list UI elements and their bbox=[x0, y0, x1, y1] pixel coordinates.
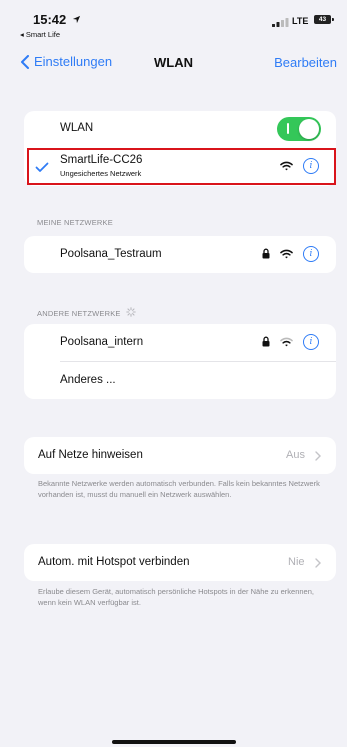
toggle-on-mark bbox=[287, 123, 289, 134]
other-network-row[interactable]: Anderes ... bbox=[24, 362, 336, 399]
hotspot-value: Nie bbox=[288, 556, 305, 568]
loading-spinner-icon bbox=[126, 307, 136, 317]
lock-icon bbox=[262, 248, 270, 259]
other-networks-header: ANDERE NETZWERKE bbox=[37, 307, 136, 318]
ask-to-join-footer: Bekannte Netzwerke werden automatisch ve… bbox=[38, 479, 320, 499]
location-arrow-icon bbox=[72, 15, 80, 24]
info-icon[interactable]: i bbox=[303, 246, 319, 262]
network-name: Poolsana_Testraum bbox=[60, 248, 162, 260]
ask-to-join-row[interactable]: Auf Netze hinweisen Aus bbox=[24, 437, 336, 474]
wlan-label: WLAN bbox=[60, 122, 94, 134]
status-time-text: 15:42 bbox=[33, 12, 67, 27]
network-name: Poolsana_intern bbox=[60, 336, 144, 348]
wifi-icon bbox=[280, 249, 293, 259]
battery-level: 43 bbox=[318, 16, 327, 23]
hotspot-row[interactable]: Autom. mit Hotspot verbinden Nie bbox=[24, 544, 336, 581]
lock-icon bbox=[262, 336, 270, 347]
home-indicator[interactable] bbox=[112, 740, 236, 744]
my-networks-group: Poolsana_Testraum i bbox=[24, 236, 336, 273]
back-to-app-link[interactable]: ◂ Smart Life bbox=[20, 30, 60, 39]
info-icon[interactable]: i bbox=[303, 334, 319, 350]
my-networks-header: MEINE NETZWERKE bbox=[37, 218, 113, 227]
ask-to-join-label: Auf Netze hinweisen bbox=[38, 449, 143, 461]
hotspot-label: Autom. mit Hotspot verbinden bbox=[38, 556, 190, 568]
network-row[interactable]: Poolsana_intern i bbox=[24, 324, 336, 361]
wlan-toggle[interactable] bbox=[277, 117, 321, 141]
other-networks-header-text: ANDERE NETZWERKE bbox=[37, 309, 121, 318]
network-row[interactable]: Poolsana_Testraum i bbox=[24, 236, 336, 273]
status-bar: 15:42 ◂ Smart Life LTE 43 bbox=[0, 0, 347, 42]
other-networks-group: Poolsana_intern i Anderes ... bbox=[24, 324, 336, 399]
wlan-settings-screen: 15:42 ◂ Smart Life LTE 43 Einstellungen … bbox=[0, 0, 347, 747]
ask-to-join-value: Aus bbox=[286, 449, 305, 461]
wifi-icon bbox=[280, 337, 293, 347]
cellular-signal-icon bbox=[272, 18, 289, 27]
hotspot-footer: Erlaube diesem Gerät, automatisch persön… bbox=[38, 587, 314, 607]
other-network-label: Anderes ... bbox=[60, 374, 116, 386]
network-type: LTE bbox=[292, 16, 309, 26]
battery-icon: 43 bbox=[314, 15, 334, 24]
chevron-right-icon bbox=[315, 558, 321, 568]
highlight-box bbox=[27, 148, 336, 185]
wlan-toggle-row: WLAN bbox=[24, 111, 336, 148]
toggle-knob bbox=[299, 119, 319, 139]
edit-button[interactable]: Bearbeiten bbox=[274, 55, 337, 70]
status-time: 15:42 bbox=[33, 12, 81, 27]
ask-to-join-group: Auf Netze hinweisen Aus bbox=[24, 437, 336, 474]
chevron-right-icon bbox=[315, 451, 321, 461]
hotspot-group: Autom. mit Hotspot verbinden Nie bbox=[24, 544, 336, 581]
